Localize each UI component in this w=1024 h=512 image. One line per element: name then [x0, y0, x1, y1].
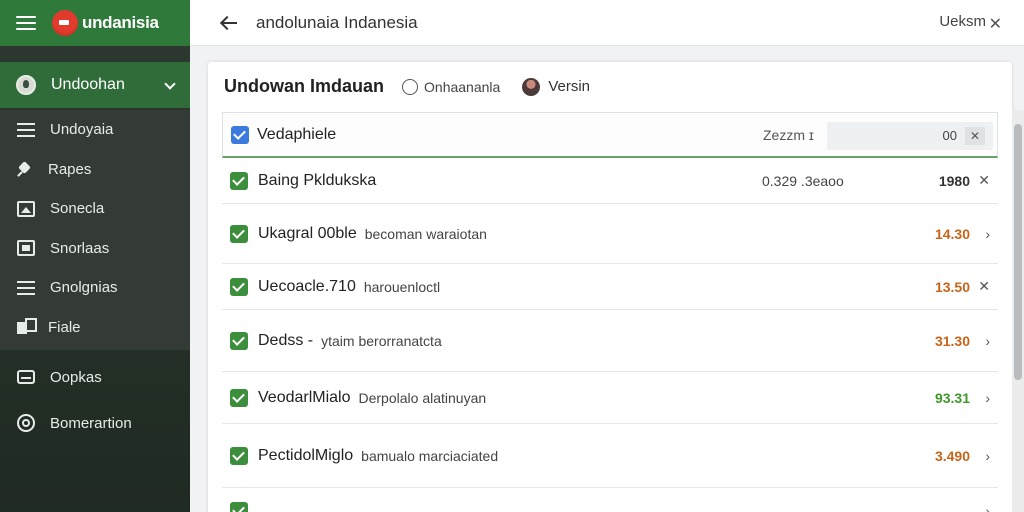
- table-row[interactable]: Ukagral 00ble becoman waraiotan 14.30 ›: [222, 204, 998, 264]
- content-panel: Undowan Imdauan Onhaananla Versin Vedaph…: [208, 62, 1012, 512]
- table-row[interactable]: PectidolMiglo bamualo marciaciated 3.490…: [222, 424, 998, 488]
- file-icon: [17, 318, 37, 336]
- sidebar: undanisia Undoohan Undoyaia Rapes Sonecl…: [0, 0, 190, 512]
- row-value: 3.490: [934, 447, 970, 464]
- radio-label[interactable]: Onhaananla: [424, 79, 500, 95]
- photo-icon: [17, 200, 35, 217]
- chevron-right-icon[interactable]: ›: [985, 333, 990, 349]
- sidebar-top-bar: undanisia: [0, 0, 190, 46]
- sidebar-item-label: Snorlaas: [50, 239, 110, 257]
- hamburger-menu-icon[interactable]: [16, 16, 36, 30]
- sidebar-section-label: Undoohan: [51, 76, 125, 93]
- table-row[interactable]: VeodarlMialo Derpolalo alatinuyan 93.31 …: [222, 372, 998, 424]
- row-name: VeodarlMialo: [258, 388, 351, 406]
- sidebar-bottom-nav: Oopkas Bomerartion: [0, 354, 190, 446]
- table-row[interactable]: Dedss - ytaim berorranatcta 31.30 ›: [222, 310, 998, 372]
- sidebar-item-0[interactable]: Undoyaia: [0, 110, 190, 150]
- row-desc: bamualo marciaciated: [361, 447, 499, 464]
- sidebar-bottom-item-1[interactable]: Bomerartion: [0, 400, 190, 446]
- row-value: 93.31: [934, 389, 970, 406]
- sidebar-item-2[interactable]: Sonecla: [0, 189, 190, 229]
- chevron-right-icon[interactable]: ›: [985, 448, 990, 464]
- sidebar-item-4[interactable]: Gnolgnias: [0, 268, 190, 308]
- row-name: PectidolMiglo: [258, 446, 354, 464]
- filter-clear-button[interactable]: ✕: [965, 127, 985, 145]
- panel-header: Undowan Imdauan Onhaananla Versin: [224, 76, 590, 97]
- drive-icon: [17, 370, 35, 384]
- version-label[interactable]: Versin: [548, 78, 590, 95]
- row-value: 13.50: [934, 278, 970, 295]
- row-desc: becoman waraiotan: [364, 225, 487, 242]
- radio-button[interactable]: [402, 78, 419, 95]
- chevron-right-icon[interactable]: ›: [985, 503, 990, 512]
- row-checkbox[interactable]: [230, 502, 248, 512]
- panel-title: Undowan Imdauan: [224, 76, 385, 96]
- chevron-right-icon[interactable]: ›: [985, 390, 990, 406]
- row-name: Dedss -: [258, 331, 314, 349]
- topbar-user-label[interactable]: Ueksm: [939, 13, 986, 30]
- sidebar-item-label: Rapes: [48, 160, 92, 178]
- sidebar-item-label: Gnolgnias: [50, 279, 118, 297]
- size-column-header[interactable]: Zezzm ɪ: [763, 127, 814, 143]
- top-bar: andolunaia Indanesia Ueksm ✕: [190, 0, 1024, 46]
- file-table: Vedaphiele Zezzm ɪ 00 ✕ Baing Pkldukska …: [222, 112, 998, 512]
- sidebar-item-label: Bomerartion: [50, 414, 132, 432]
- scrollbar-thumb[interactable]: [1014, 124, 1022, 380]
- sidebar-section-header[interactable]: Undoohan: [0, 62, 190, 108]
- close-icon[interactable]: ✕: [978, 278, 990, 295]
- table-row[interactable]: Uecoacle.710 harouenloctl 13.50 ✕: [222, 264, 998, 310]
- pin-icon: [17, 161, 33, 177]
- table-row[interactable]: Baing Pkldukska 0.329 .3eaoo 1980 ✕: [222, 158, 998, 204]
- box-icon: [17, 240, 35, 257]
- brand-name: undanisia: [82, 13, 159, 32]
- vertical-scrollbar[interactable]: [1012, 110, 1024, 512]
- select-all-checkbox[interactable]: [231, 125, 249, 144]
- row-name: Ukagral 00ble: [258, 224, 357, 242]
- list-icon: [17, 280, 35, 296]
- row-checkbox[interactable]: [230, 388, 248, 407]
- row-checkbox[interactable]: [230, 277, 248, 296]
- sidebar-bottom-item-0[interactable]: Oopkas: [0, 354, 190, 400]
- filter-value: 00: [942, 128, 957, 143]
- version-avatar-icon: [522, 77, 541, 96]
- row-value: 1980: [938, 172, 970, 189]
- row-checkbox[interactable]: [230, 446, 248, 465]
- close-icon[interactable]: ✕: [989, 14, 1002, 34]
- sidebar-item-label: Undoyaia: [50, 121, 114, 139]
- sidebar-item-label: Fiale: [48, 318, 81, 336]
- row-checkbox[interactable]: [230, 331, 248, 350]
- target-icon: [17, 414, 35, 432]
- row-desc: Derpolalo alatinuyan: [358, 389, 487, 406]
- sidebar-item-3[interactable]: Snorlaas: [0, 229, 190, 269]
- list-icon: [17, 122, 35, 138]
- row-desc: ytaim berorranatcta: [321, 332, 442, 349]
- brand-logo-icon: [52, 10, 78, 36]
- row-value: 31.30: [934, 332, 970, 349]
- chevron-right-icon[interactable]: ›: [985, 226, 990, 242]
- row-name: Baing Pkldukska: [258, 171, 377, 189]
- row-checkbox[interactable]: [230, 171, 248, 190]
- user-avatar-icon: [16, 75, 36, 95]
- table-header-label: Vedaphiele: [257, 125, 337, 143]
- back-arrow-icon[interactable]: [220, 15, 238, 31]
- sidebar-item-label: Oopkas: [50, 368, 102, 386]
- close-icon[interactable]: ✕: [978, 172, 990, 189]
- chevron-down-icon[interactable]: [164, 78, 176, 90]
- table-header-row[interactable]: Vedaphiele Zezzm ɪ 00 ✕: [222, 112, 998, 158]
- sidebar-nav: Undoyaia Rapes Sonecla Snorlaas Gnolgnia…: [0, 110, 190, 350]
- row-size: 0.329 .3eaoo: [762, 172, 844, 189]
- sidebar-item-1[interactable]: Rapes: [0, 150, 190, 190]
- row-desc: harouenloctl: [363, 278, 441, 295]
- page-title: andolunaia Indanesia: [256, 13, 418, 32]
- sidebar-item-label: Sonecla: [50, 200, 105, 218]
- filter-input[interactable]: 00 ✕: [827, 122, 993, 150]
- row-value: 14.30: [934, 225, 970, 242]
- row-name: Uecoacle.710: [258, 277, 356, 295]
- row-checkbox[interactable]: [230, 224, 248, 243]
- table-row[interactable]: ›: [222, 488, 998, 512]
- sidebar-item-5[interactable]: Fiale: [0, 308, 190, 348]
